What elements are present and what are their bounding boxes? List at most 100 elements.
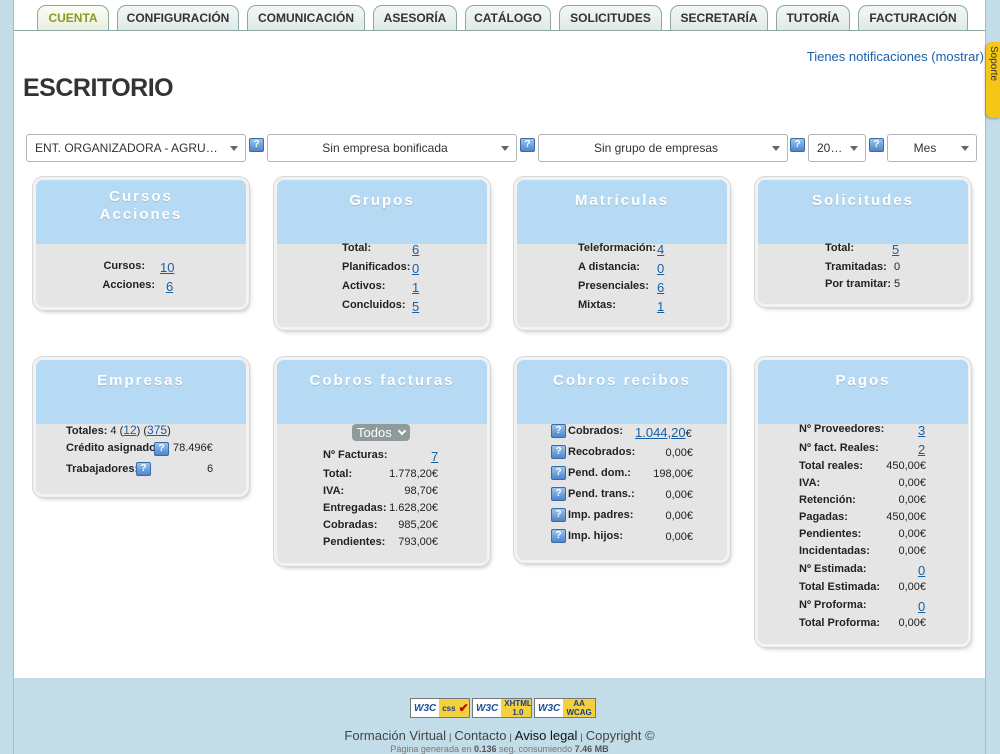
stat-label: Imp. padres:	[568, 508, 634, 521]
stat-label: Incidentadas:	[799, 545, 870, 557]
support-side-tab[interactable]: Soporte	[986, 42, 1000, 118]
year-select[interactable]: 2020	[808, 134, 866, 162]
tab-cuenta[interactable]: CUENTA	[37, 5, 109, 31]
tab-tutoria[interactable]: TUTORÍA	[776, 5, 850, 31]
footer-link-copyright[interactable]: Copyright ©	[586, 728, 655, 743]
help-icon[interactable]: ?	[551, 424, 566, 438]
support-side-tab-label: Soporte	[988, 46, 999, 82]
help-icon[interactable]: ?	[551, 466, 566, 480]
stat-value: 0,00€	[898, 617, 926, 629]
generation-note-mid: seg. consumiendo	[499, 744, 573, 754]
stat-label: Trabajadores:	[66, 463, 139, 475]
matriculas-presenciales-link[interactable]: 6	[657, 280, 664, 295]
stat-value: 0,00€	[898, 494, 926, 506]
footer-link-contacto[interactable]: Contacto	[454, 728, 506, 743]
tab-solicitudes[interactable]: SOLICITUDES	[559, 5, 662, 31]
stat-value: 0,00€	[665, 489, 693, 501]
tab-asesoria[interactable]: ASESORÍA	[373, 5, 457, 31]
empresas-link-375[interactable]: 375	[147, 423, 167, 437]
help-icon[interactable]: ?	[551, 508, 566, 522]
footer-links: Formación Virtual | Contacto | Aviso legal | C…	[14, 728, 985, 743]
card-cobros-facturas: Cobros facturas Todos Nº Facturas: 7 Tota…	[277, 360, 487, 563]
cursos-count-link[interactable]: 10	[160, 260, 174, 275]
stat-label: Total:	[825, 242, 855, 254]
help-icon[interactable]: ?	[249, 138, 264, 152]
company-group-select[interactable]: Sin grupo de empresas	[538, 134, 788, 162]
stat-label: Total:	[342, 242, 372, 254]
w3c-wai-badge[interactable]: W3C WAI-AA WCAG 1.0	[534, 698, 596, 718]
stat-label: Por tramitar:	[825, 278, 892, 290]
stat-label: Crédito asignado:	[66, 442, 160, 454]
grupos-concluidos-link[interactable]: 5	[412, 299, 419, 314]
help-icon[interactable]: ?	[551, 529, 566, 543]
stat-label: Pend. dom.:	[568, 466, 631, 479]
stat-value: 1.628,20€	[389, 502, 438, 514]
empresas-link-12[interactable]: 12	[123, 423, 136, 437]
pagos-fact-reales-link[interactable]: 2	[918, 442, 925, 457]
w3c-xhtml-badge[interactable]: W3C XHTML 1.0 ✔	[472, 698, 532, 718]
entity-select[interactable]: ENT. ORGANIZADORA - AGRUPACIÓN	[26, 134, 246, 162]
dropdown-arrow-icon	[961, 146, 969, 151]
stat-label: Tramitadas:	[825, 261, 887, 273]
stat-label: Nº fact. Reales:	[799, 442, 879, 454]
matriculas-distancia-link[interactable]: 0	[657, 261, 664, 276]
pagos-estimada-link[interactable]: 0	[918, 563, 925, 578]
help-icon[interactable]: ?	[869, 138, 884, 152]
tab-catalogo[interactable]: CATÁLOGO	[465, 5, 551, 31]
help-icon[interactable]: ?	[551, 445, 566, 459]
help-icon[interactable]: ?	[520, 138, 535, 152]
check-icon: ✔	[458, 701, 469, 715]
grupos-planificados-link[interactable]: 0	[412, 261, 419, 276]
grupos-activos-link[interactable]: 1	[412, 280, 419, 295]
recibos-cobrados-link[interactable]: 1.044,20	[635, 425, 686, 440]
card-title: Solicitudes	[811, 192, 915, 209]
card-header: Empresas	[36, 360, 246, 424]
card-header: Cobros facturas	[277, 360, 487, 424]
stat-value: 0,00€	[665, 447, 693, 459]
stat-label: Pagadas:	[799, 511, 848, 523]
card-header: Pagos	[758, 360, 968, 424]
card-title: Cobros recibos	[552, 372, 692, 389]
pagos-proforma-link[interactable]: 0	[918, 599, 925, 614]
card-cursos-acciones: Cursos Acciones Cursos: 10 Acciones: 6	[36, 180, 246, 307]
grupos-total-link[interactable]: 6	[412, 242, 419, 257]
stat-label: Teleformación:	[578, 242, 657, 254]
stat-value-suffix: €	[685, 428, 692, 440]
stat-value: 4	[110, 425, 117, 437]
card-header: Cobros recibos	[517, 360, 727, 424]
company-select[interactable]: Sin empresa bonificada	[267, 134, 517, 162]
card-title: Grupos	[349, 192, 415, 209]
w3c-css-badge[interactable]: W3C css ✔	[410, 698, 470, 718]
notifications-link[interactable]: Tienes notificaciones (mostrar)	[807, 49, 984, 64]
footer-link-formacion[interactable]: Formación Virtual	[344, 728, 446, 743]
footer-separator: |	[509, 732, 512, 742]
matriculas-mixtas-link[interactable]: 1	[657, 299, 664, 314]
help-icon[interactable]: ?	[154, 442, 169, 456]
card-title: Acciones	[99, 206, 183, 223]
tab-secretaria[interactable]: SECRETARÍA	[670, 5, 768, 31]
pagos-proveedores-link[interactable]: 3	[918, 423, 925, 438]
help-icon[interactable]: ?	[136, 462, 151, 476]
help-icon[interactable]: ?	[551, 487, 566, 501]
page-title: ESCRITORIO	[23, 74, 174, 102]
invoice-filter-select[interactable]: Todos	[352, 424, 410, 441]
card-title: Empresas	[97, 372, 185, 389]
facturas-count-link[interactable]: 7	[431, 449, 438, 464]
stat-label: Cobradas:	[323, 519, 378, 531]
help-icon[interactable]: ?	[790, 138, 805, 152]
matriculas-teleformacion-link[interactable]: 4	[657, 242, 664, 257]
entity-select-value: ENT. ORGANIZADORA - AGRUPACIÓN	[35, 141, 223, 155]
solicitudes-total-link[interactable]: 5	[892, 242, 899, 257]
stat-value: 0,00€	[898, 528, 926, 540]
tab-comunicacion[interactable]: COMUNICACIÓN	[247, 5, 365, 31]
tab-facturacion[interactable]: FACTURACIÓN	[858, 5, 968, 31]
empresas-totales: Totales: 4 (12) (375)	[66, 423, 171, 437]
period-select[interactable]: Mes	[887, 134, 977, 162]
tab-configuracion[interactable]: CONFIGURACIÓN	[117, 5, 239, 31]
stat-value: 0,00€	[898, 581, 926, 593]
invoice-filter-value: Todos	[357, 425, 392, 440]
footer-link-aviso-legal[interactable]: Aviso legal	[515, 728, 578, 743]
stat-label: Concluidos:	[342, 299, 406, 311]
company-group-select-value: Sin grupo de empresas	[593, 141, 719, 155]
acciones-count-link[interactable]: 6	[166, 279, 173, 294]
